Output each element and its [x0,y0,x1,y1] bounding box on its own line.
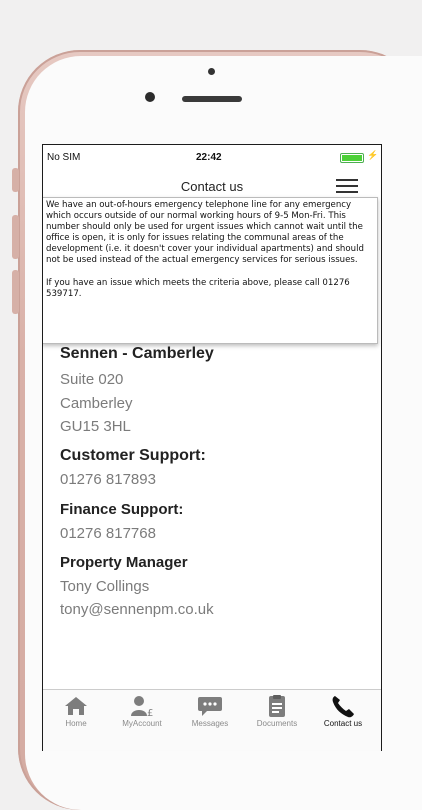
tab-messages[interactable]: Messages [178,694,242,734]
carrier-label: No SIM [47,152,81,163]
customer-support-heading: Customer Support: [60,447,206,464]
chat-icon [198,697,222,716]
mute-switch [12,168,19,192]
bottom-tab-bar: Home £ MyAccount Messages Documents Cont… [43,689,381,751]
tab-home[interactable]: Home [44,694,108,734]
property-manager-name: Tony Collings [60,578,150,595]
notice-paragraph-2: If you have an issue which meets the cri… [46,277,350,299]
battery-icon [340,153,364,163]
home-icon [65,697,87,715]
status-bar: No SIM 22:42 ⚡ [43,145,381,167]
svg-text:£: £ [147,708,153,718]
company-name: Sennen - Camberley [60,345,214,362]
earpiece-speaker [182,96,242,102]
account-pound-icon: £ [131,696,153,718]
address-postcode: GU15 3HL [60,418,131,435]
tab-label: Contact us [323,719,363,728]
property-manager-heading: Property Manager [60,554,188,571]
emergency-notice-popup: We have an out-of-hours emergency teleph… [43,197,378,344]
clock: 22:42 [196,152,222,163]
tab-myaccount[interactable]: £ MyAccount [110,694,174,734]
tab-label: MyAccount [122,719,162,728]
property-manager-email[interactable]: tony@sennenpm.co.uk [60,601,214,618]
tab-label: Documents [256,719,298,728]
tab-documents[interactable]: Documents [245,694,309,734]
tab-label: Home [65,719,87,728]
nav-bar: Contact us [43,171,381,197]
tab-label: Messages [191,719,229,728]
finance-support-phone[interactable]: 01276 817768 [60,525,156,542]
document-icon [269,695,285,717]
app-screen: No SIM 22:42 ⚡ Contact us We have an out… [42,144,382,751]
phone-icon [332,696,354,718]
volume-up-button [12,215,19,259]
address-line-1: Suite 020 [60,371,124,388]
proximity-sensor [208,68,215,75]
tab-contact-us[interactable]: Contact us [311,694,375,734]
customer-support-phone[interactable]: 01276 817893 [60,471,156,488]
volume-down-button [12,270,19,314]
finance-support-heading: Finance Support: [60,501,184,518]
address-line-2: Camberley [60,395,133,412]
hamburger-menu-icon[interactable] [336,179,358,195]
charging-icon: ⚡ [367,150,379,160]
notice-paragraph-1: We have an out-of-hours emergency teleph… [46,200,364,266]
front-camera-icon [145,92,155,102]
page-title: Contact us [180,179,244,194]
